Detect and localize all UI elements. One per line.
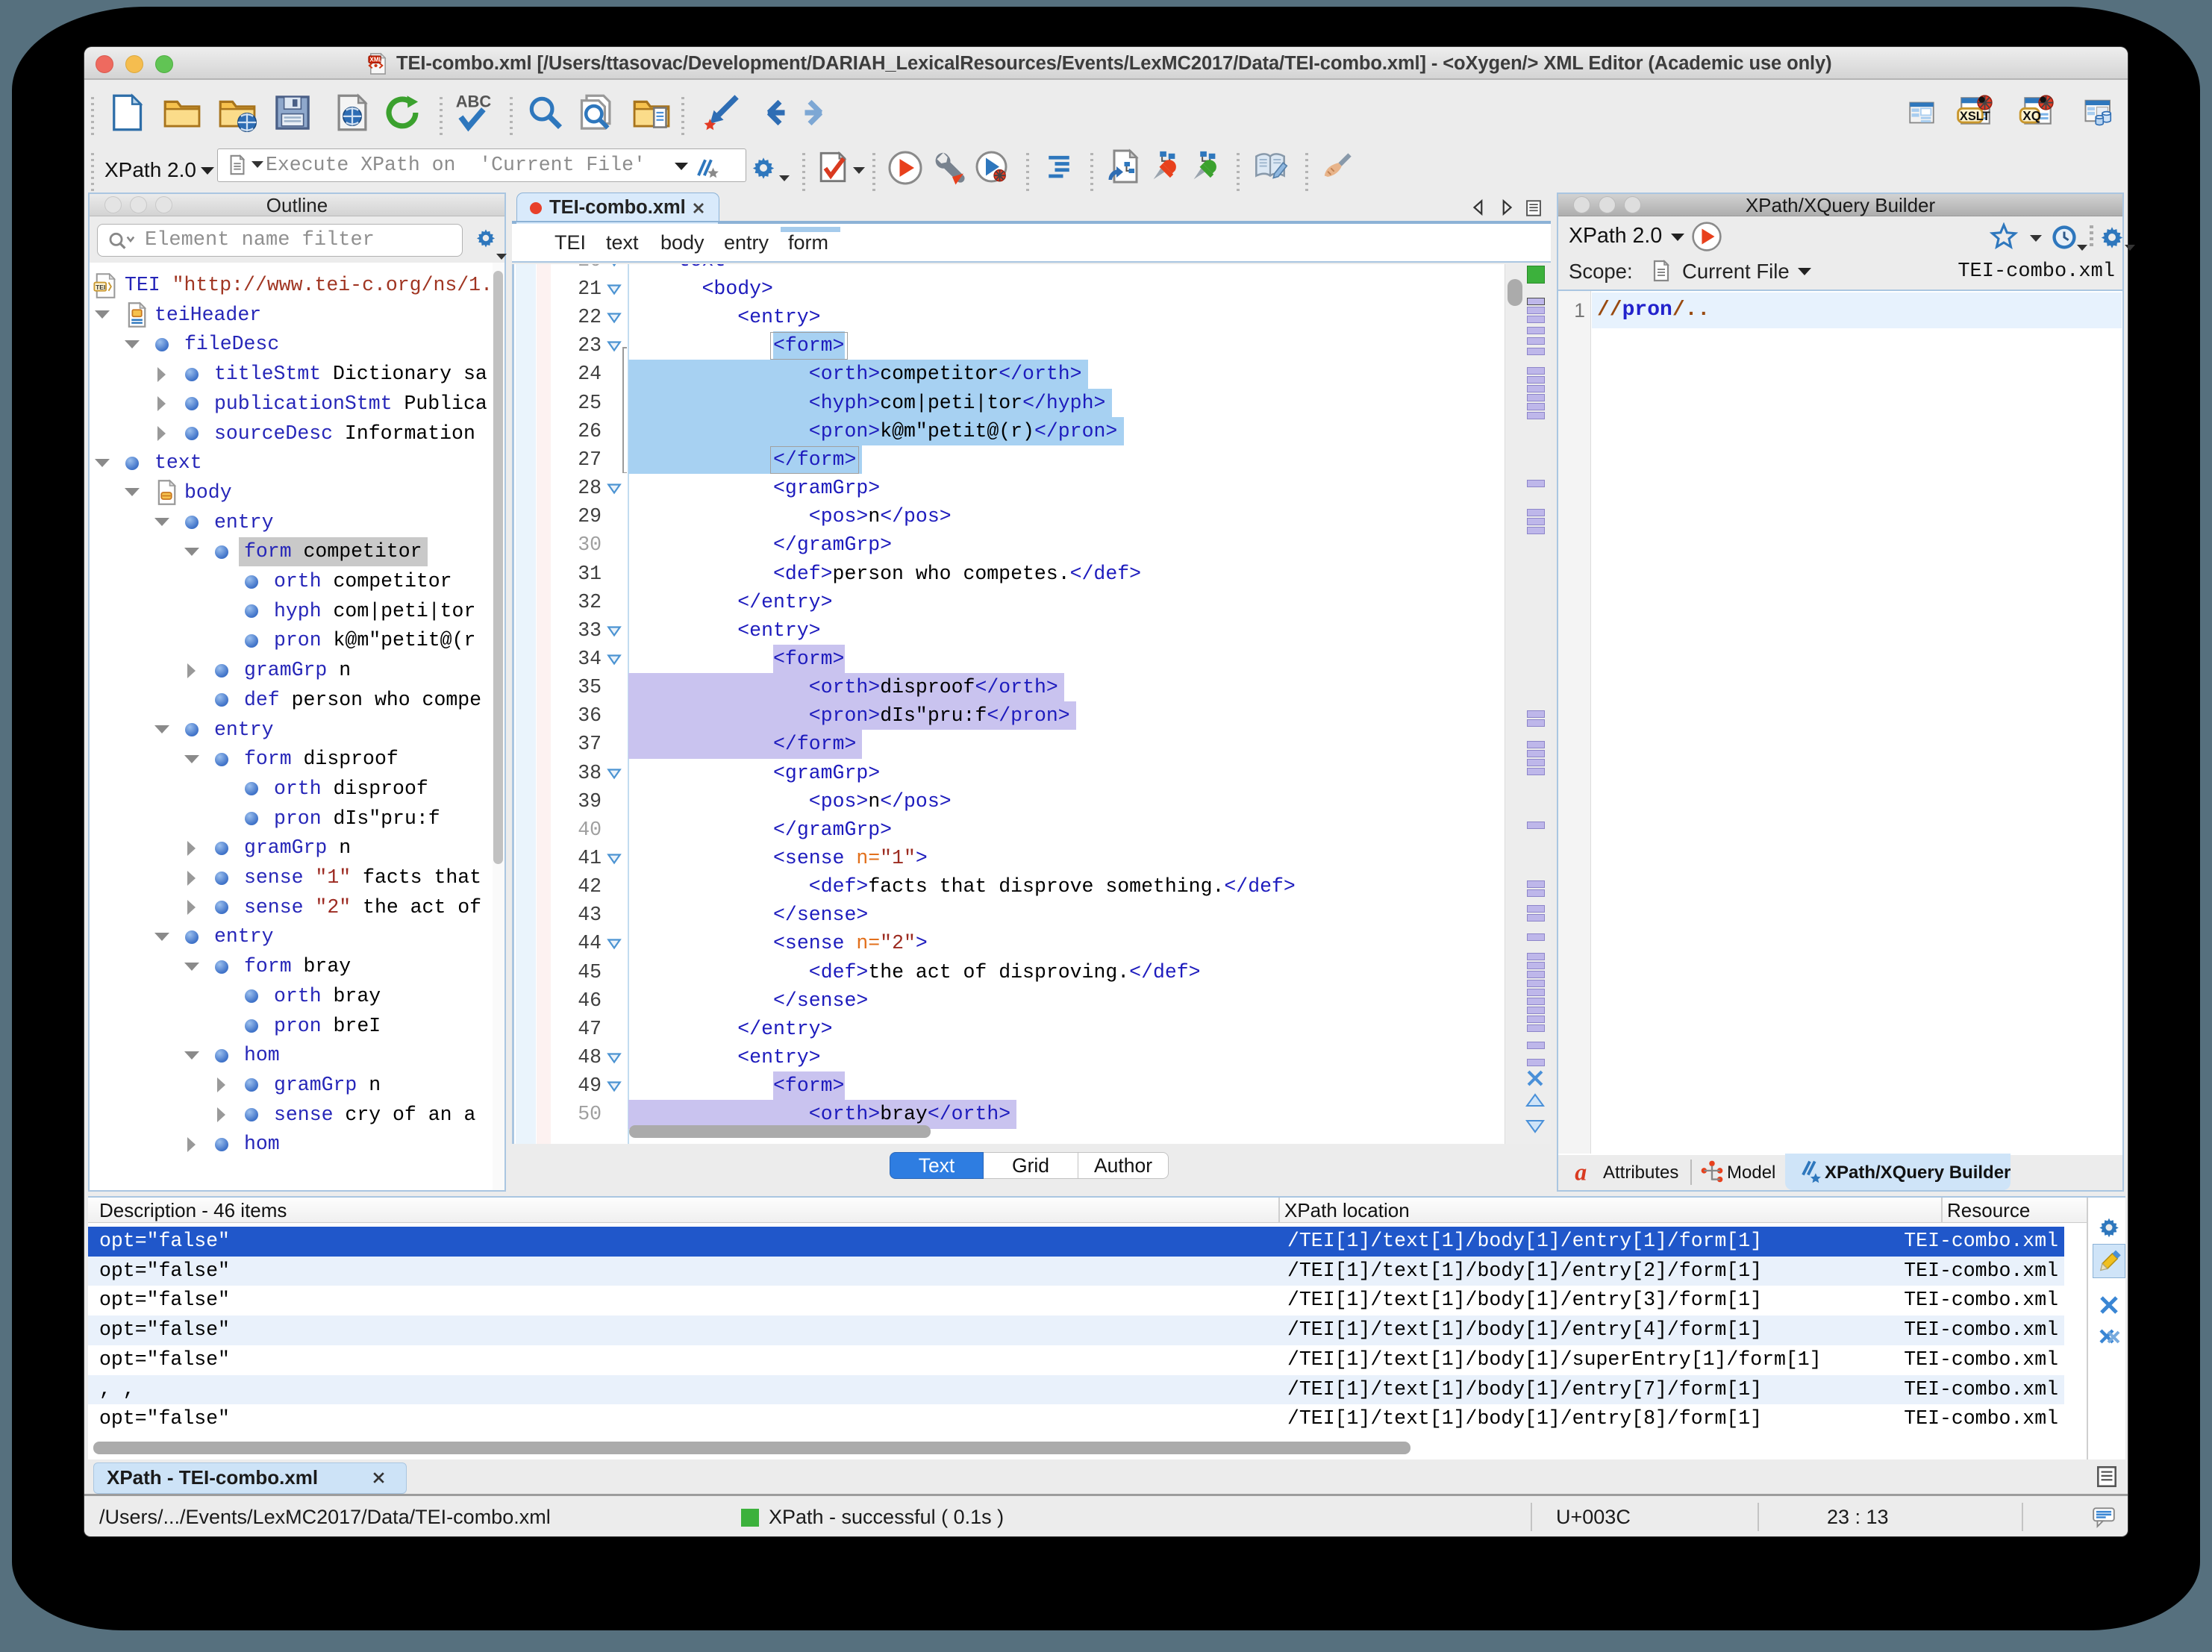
- svg-text:XSLT: XSLT: [1960, 110, 1990, 123]
- svg-text:a: a: [1575, 1160, 1587, 1185]
- svg-text:XML: XML: [369, 57, 382, 63]
- svg-text:XQ: XQ: [2022, 108, 2041, 123]
- svg-text:TEI: TEI: [96, 284, 105, 291]
- svg-text:ABC: ABC: [456, 92, 492, 110]
